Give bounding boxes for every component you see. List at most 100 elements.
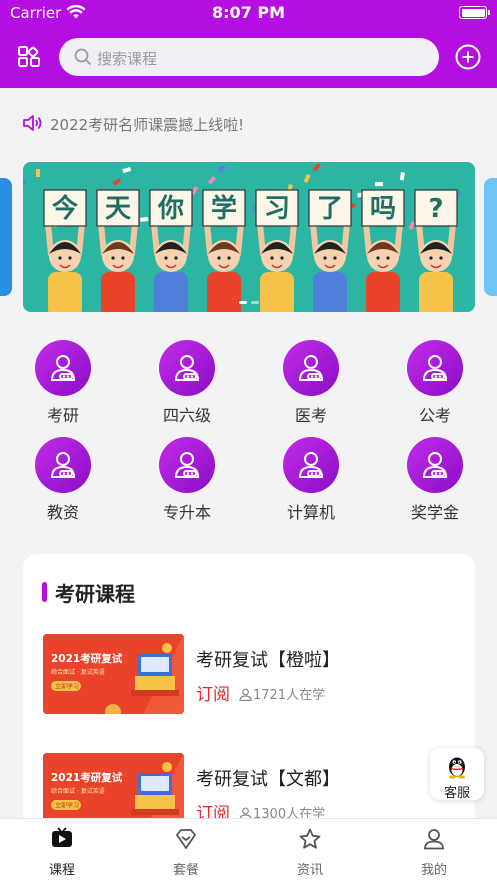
tab-2[interactable]: 资讯 — [270, 827, 350, 878]
kid-eye — [270, 256, 274, 260]
customer-service-label: 客服 — [443, 786, 470, 801]
kid-eye — [111, 256, 115, 260]
category-label: 医考 — [294, 406, 327, 425]
kid-eye — [174, 256, 178, 260]
category-grid: 考研 四六级 医考 公考教资 专升本 计算机 奖学金 — [0, 340, 497, 530]
kid-eye — [333, 256, 337, 260]
app-header: Carrier 8:07 PM 搜索课程 — [0, 0, 497, 88]
status-bar: Carrier 8:07 PM — [0, 0, 497, 28]
top-nav: 搜索课程 — [0, 37, 497, 77]
category-label: 四六级 — [162, 406, 211, 425]
category-label: 教资 — [46, 503, 79, 522]
category-grid-icon[interactable] — [17, 45, 41, 69]
diamond-icon — [174, 829, 198, 855]
kid-eye — [429, 256, 433, 260]
section-accent-bar — [42, 582, 47, 602]
category-5[interactable]: 专升本 — [137, 437, 237, 527]
sign-char: 学 — [211, 193, 237, 224]
search-placeholder: 搜索课程 — [97, 50, 158, 68]
kid-eye — [58, 256, 62, 260]
kid-eye — [68, 256, 72, 260]
category-avatar-icon — [159, 340, 215, 396]
category-2[interactable]: 医考 — [261, 340, 361, 430]
play-tv-icon — [50, 827, 74, 855]
thumb-title: 2021考研复试 — [51, 652, 123, 665]
tab-3[interactable]: 我的 — [394, 827, 474, 878]
kid-eye — [386, 256, 390, 260]
speaker-icon — [22, 113, 44, 137]
sign-char: ? — [428, 194, 443, 224]
confetti — [36, 169, 40, 177]
confetti — [140, 217, 149, 222]
banner-dot[interactable] — [239, 301, 247, 304]
category-label: 考研 — [46, 406, 79, 425]
banner-carousel[interactable]: 今天你学习了吗? — [0, 160, 497, 314]
category-1[interactable]: 四六级 — [137, 340, 237, 430]
thumb-subtitle: 综合面试 · 复试英语 — [51, 668, 105, 676]
sign-char: 习 — [264, 194, 290, 224]
tab-1[interactable]: 套餐 — [146, 827, 226, 878]
banner-image[interactable]: 今天你学习了吗? — [23, 162, 475, 312]
kid-body — [101, 272, 135, 312]
person-icon — [422, 829, 446, 855]
kid-body — [366, 272, 400, 312]
course-item[interactable]: 2021考研复试 综合面试 · 复试英语 立即学习 考研复试【橙啦】 订阅 1721人在学 — [43, 634, 463, 716]
customer-service-button[interactable]: 客服 — [430, 748, 484, 801]
kid-eye — [280, 256, 284, 260]
category-avatar-icon — [283, 437, 339, 493]
section-title: 考研课程 — [55, 582, 135, 606]
category-0[interactable]: 考研 — [13, 340, 113, 430]
notice-text: 2022考研名师课震撼上线啦! — [50, 116, 245, 134]
kid-eye — [217, 256, 221, 260]
qq-penguin-icon — [449, 757, 465, 779]
search-input[interactable]: 搜索课程 — [59, 38, 439, 76]
tab-label: 资讯 — [296, 863, 323, 878]
thumb-button: 立即学习 — [55, 683, 79, 691]
confetti — [375, 182, 384, 187]
category-avatar-icon — [407, 340, 463, 396]
kid-eye — [376, 256, 380, 260]
learner-count: 1721人在学 — [239, 684, 325, 703]
category-3[interactable]: 公考 — [385, 340, 485, 430]
sign-char: 你 — [157, 194, 184, 224]
kid-body — [48, 272, 82, 312]
notice-bar[interactable]: 2022考研名师课震撼上线啦! — [0, 103, 497, 143]
tab-label: 套餐 — [172, 863, 199, 878]
sign-char: 了 — [317, 194, 343, 224]
course-section: 考研课程 2021考研复试 综合面试 · 复试英语 立即学习 考研复试【橙啦】 订阅 17… — [23, 554, 475, 854]
subscribe-link[interactable]: 订阅 — [196, 680, 230, 705]
add-icon[interactable] — [455, 44, 481, 70]
course-title: 考研复试【文都】 — [196, 769, 340, 790]
learner-count-text: 1721人在学 — [253, 688, 326, 703]
tab-label: 我的 — [420, 863, 447, 878]
battery-icon — [459, 6, 490, 19]
banner-prev-peek — [0, 178, 12, 296]
category-avatar-icon — [35, 340, 91, 396]
search-icon — [74, 48, 92, 70]
category-label: 公考 — [418, 406, 451, 425]
star-icon — [298, 828, 322, 855]
banner-dots — [239, 301, 259, 304]
kid-body — [419, 272, 453, 312]
category-label: 奖学金 — [410, 503, 459, 522]
tab-0[interactable]: 课程 — [22, 827, 102, 878]
thumb-title: 2021考研复试 — [51, 771, 123, 784]
thumb-button: 立即学习 — [55, 802, 79, 810]
category-6[interactable]: 计算机 — [261, 437, 361, 527]
category-label: 计算机 — [286, 503, 335, 522]
category-avatar-icon — [159, 437, 215, 493]
bottom-tab-bar: 课程 套餐 资讯 我的 — [0, 818, 497, 883]
category-4[interactable]: 教资 — [13, 437, 113, 527]
category-7[interactable]: 奖学金 — [385, 437, 485, 527]
kid-body — [154, 272, 188, 312]
sign-char: 吗 — [370, 194, 396, 224]
category-avatar-icon — [283, 340, 339, 396]
banner-dot[interactable] — [251, 301, 259, 304]
kid-eye — [227, 256, 231, 260]
clock: 8:07 PM — [211, 3, 285, 22]
kid-eye — [439, 256, 443, 260]
kid-body — [207, 272, 241, 312]
sign-char: 今 — [52, 193, 78, 224]
kid-eye — [323, 256, 327, 260]
category-avatar-icon — [35, 437, 91, 493]
